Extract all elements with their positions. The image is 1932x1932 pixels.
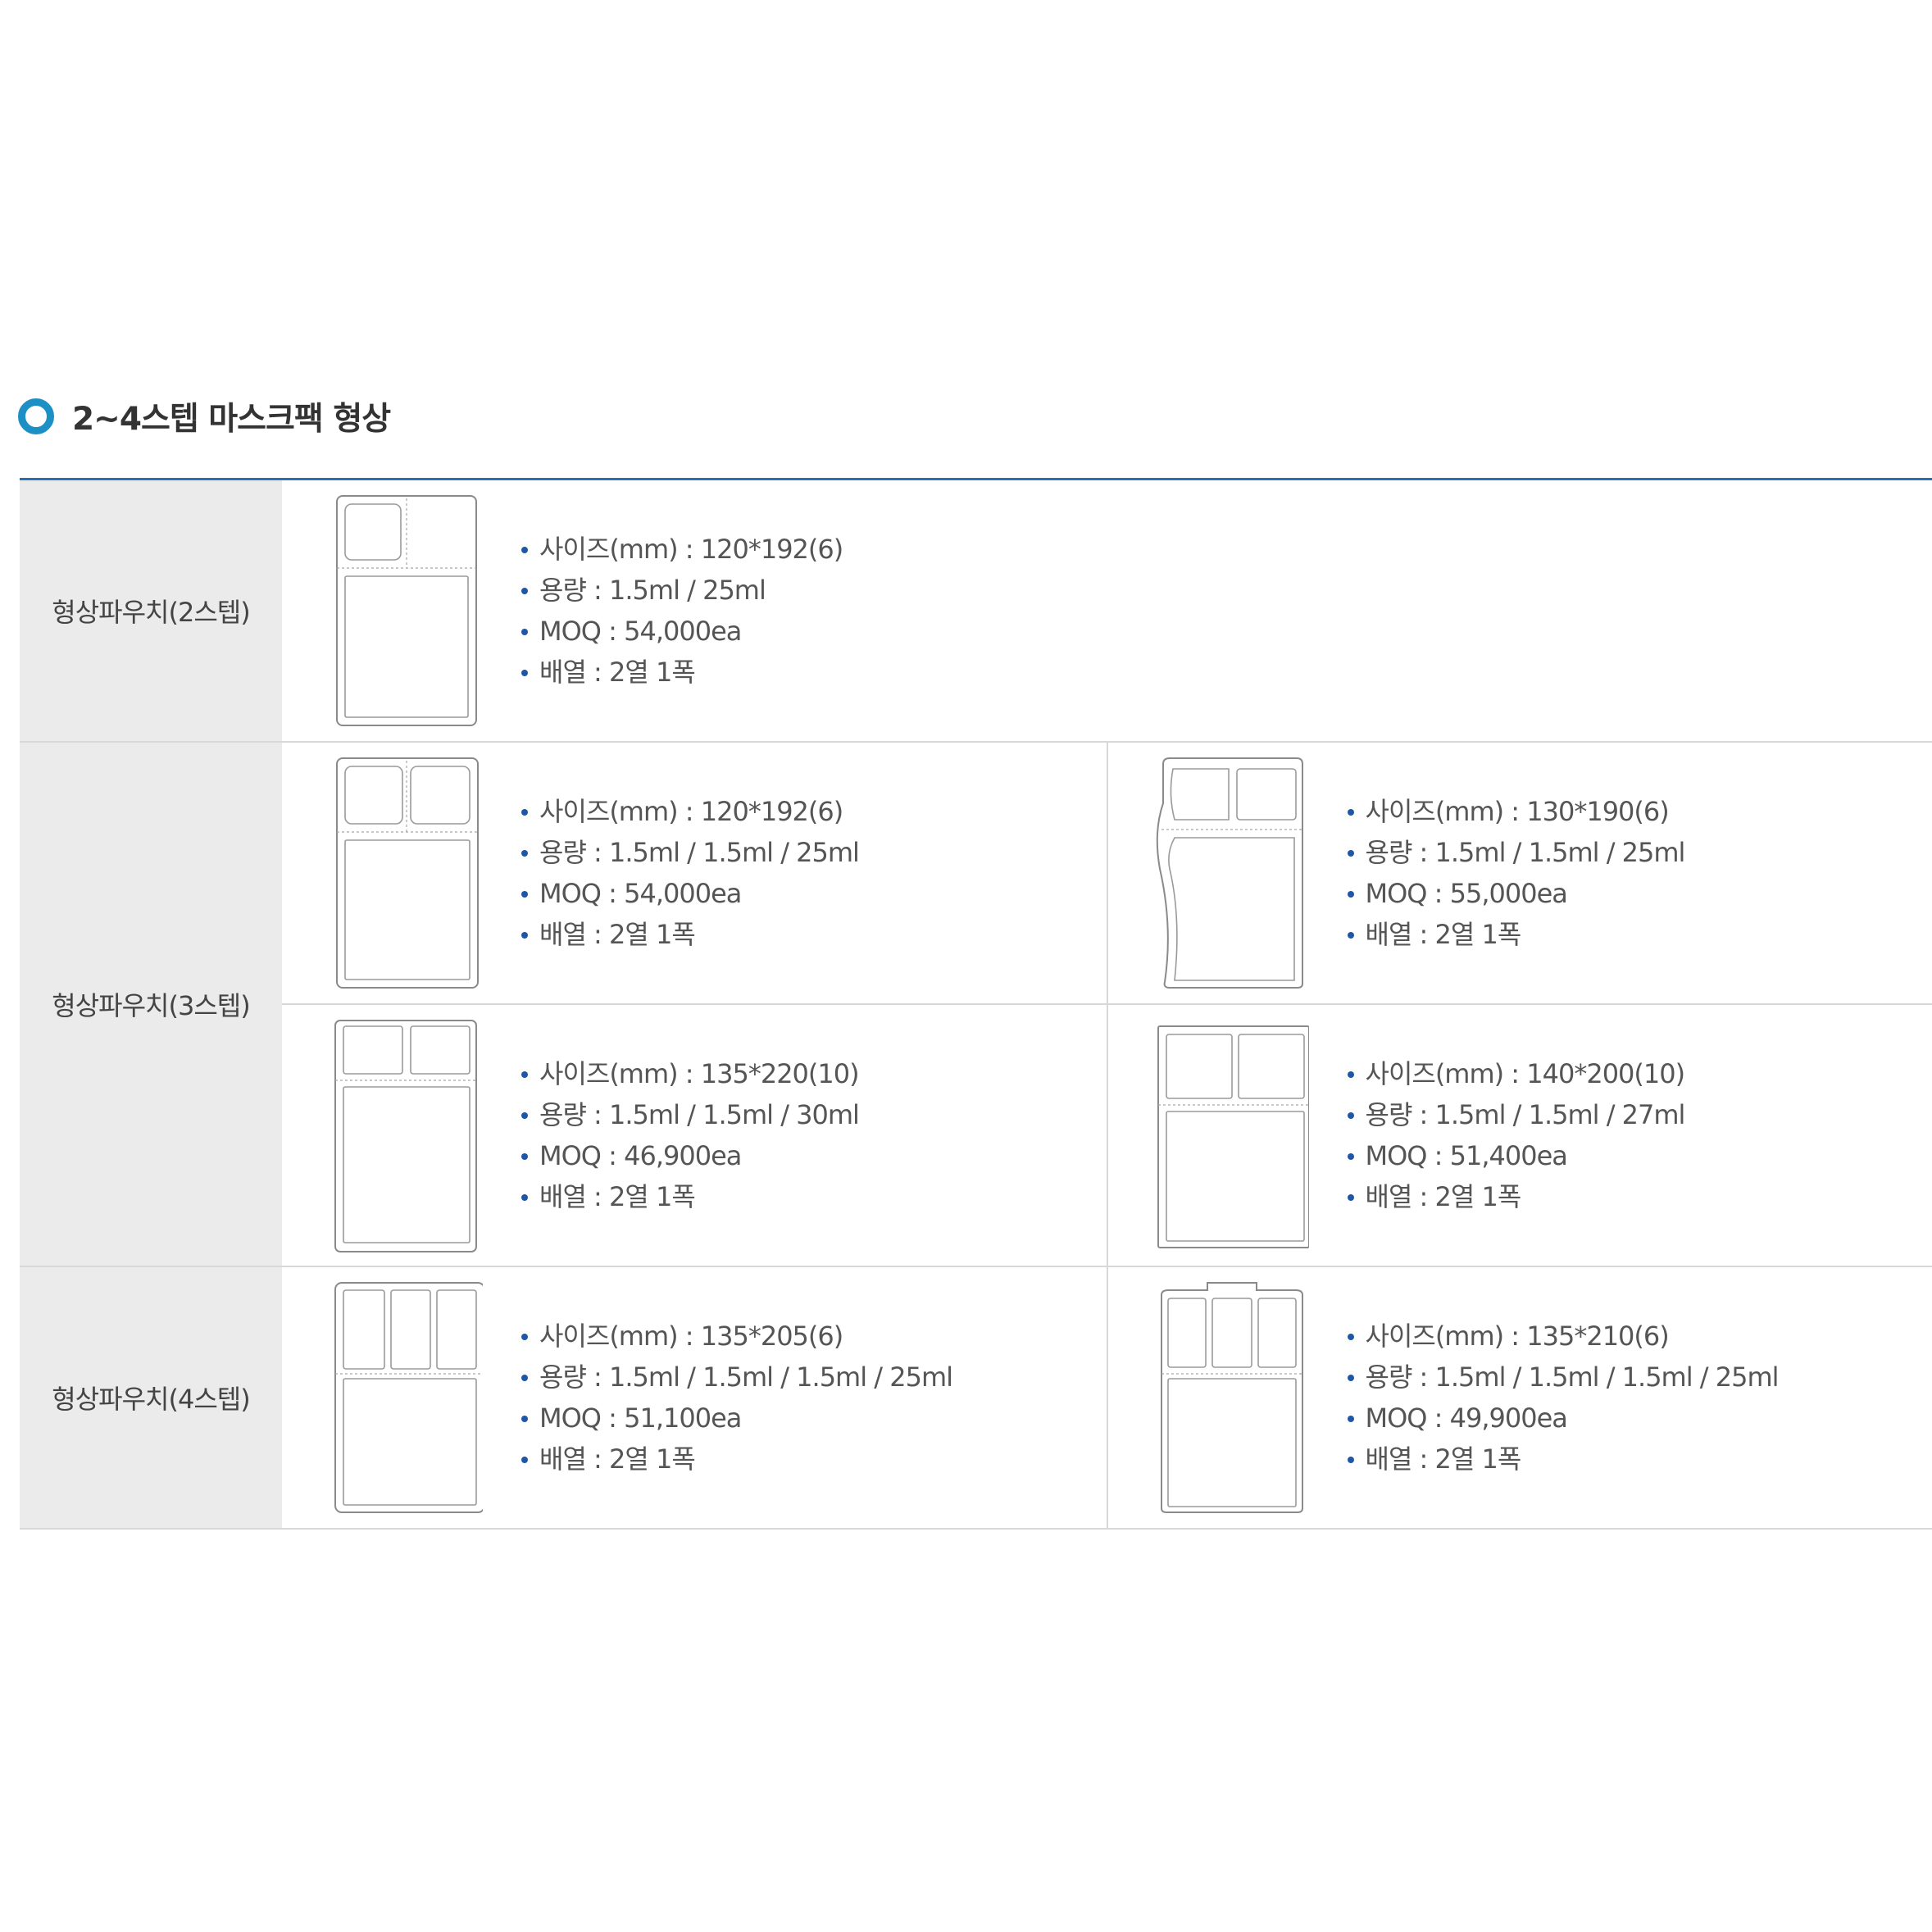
spec-volume: 용량 : 1.5ml / 1.5ml / 1.5ml / 25ml	[520, 1357, 953, 1398]
spec-moq: MOQ : 51,100ea	[520, 1398, 952, 1439]
spec-list: 사이즈(mm) : 135*210(6) 용량 : 1.5ml / 1.5ml …	[1346, 1316, 1780, 1480]
spec-size: 사이즈(mm) : 120*192(6)	[520, 791, 859, 832]
category-4step: 형상파우치(4스텝)	[20, 1266, 282, 1530]
spec-list: 사이즈(mm) : 120*192(6) 용량 : 1.5ml / 25ml M…	[520, 529, 843, 693]
spec-size: 사이즈(mm) : 140*200(10)	[1346, 1053, 1685, 1094]
section-heading: 2~4스텝 마스크팩 형상	[18, 392, 391, 441]
spec-moq: MOQ : 54,000ea	[520, 873, 859, 914]
section-title: 2~4스텝 마스크팩 형상	[72, 401, 391, 438]
spec-cell: 사이즈(mm) : 120*192(6) 용량 : 1.5ml / 25ml M…	[282, 479, 1932, 743]
spec-layout: 배열 : 2열 1폭	[520, 1439, 952, 1480]
spec-layout: 배열 : 2열 1폭	[1346, 1176, 1685, 1217]
pouch-3step-d-icon	[1157, 1025, 1309, 1248]
spec-layout: 배열 : 2열 1폭	[520, 914, 859, 955]
spec-volume: 용량 : 1.5ml / 1.5ml / 25ml	[520, 832, 860, 873]
spec-list: 사이즈(mm) : 120*192(6) 용량 : 1.5ml / 1.5ml …	[520, 791, 860, 955]
spec-volume: 용량 : 1.5ml / 25ml	[520, 570, 843, 611]
spec-cell: 사이즈(mm) : 140*200(10) 용량 : 1.5ml / 1.5ml…	[1107, 1004, 1932, 1267]
spec-cell: 사이즈(mm) : 130*190(6) 용량 : 1.5ml / 1.5ml …	[1107, 742, 1932, 1005]
spec-volume: 용량 : 1.5ml / 1.5ml / 27ml	[1346, 1094, 1685, 1135]
spec-moq: MOQ : 51,400ea	[1346, 1135, 1685, 1176]
pouch-2step-icon	[336, 495, 477, 726]
spec-volume: 용량 : 1.5ml / 1.5ml / 1.5ml / 25ml	[1346, 1357, 1780, 1398]
pouch-3step-a-icon	[336, 757, 479, 989]
spec-size: 사이즈(mm) : 130*190(6)	[1346, 791, 1685, 832]
spec-moq: MOQ : 46,900ea	[520, 1135, 859, 1176]
spec-cell: 사이즈(mm) : 135*220(10) 용량 : 1.5ml / 1.5ml…	[282, 1004, 1108, 1267]
spec-list: 사이즈(mm) : 140*200(10) 용량 : 1.5ml / 1.5ml…	[1346, 1053, 1685, 1217]
spec-list: 사이즈(mm) : 135*205(6) 용량 : 1.5ml / 1.5ml …	[520, 1316, 953, 1480]
pouch-3step-c-icon	[334, 1020, 477, 1252]
circle-bullet-icon	[18, 398, 54, 434]
category-2step: 형상파우치(2스텝)	[20, 479, 282, 743]
spec-list: 사이즈(mm) : 135*220(10) 용량 : 1.5ml / 1.5ml…	[520, 1053, 860, 1217]
spec-cell: 사이즈(mm) : 135*205(6) 용량 : 1.5ml / 1.5ml …	[282, 1266, 1108, 1530]
table-row: 형상파우치(3스텝) 사이즈(mm) : 120*192(6) 용량 : 1.5…	[20, 742, 1932, 1267]
spec-cell: 사이즈(mm) : 120*192(6) 용량 : 1.5ml / 1.5ml …	[282, 742, 1108, 1005]
pouch-spec-table: 형상파우치(2스텝) 사이즈(mm) : 120*192(6) 용량 : 1.5…	[20, 478, 1932, 1530]
spec-layout: 배열 : 2열 1폭	[1346, 914, 1685, 955]
spec-layout: 배열 : 2열 1폭	[520, 1176, 859, 1217]
spec-moq: MOQ : 54,000ea	[520, 611, 843, 652]
spec-size: 사이즈(mm) : 135*220(10)	[520, 1053, 860, 1094]
pouch-4step-a-icon	[334, 1282, 483, 1513]
spec-moq: MOQ : 49,900ea	[1346, 1398, 1779, 1439]
spec-volume: 용량 : 1.5ml / 1.5ml / 25ml	[1346, 832, 1685, 873]
pouch-3step-b-icon	[1156, 757, 1303, 989]
table-row: 형상파우치(2스텝) 사이즈(mm) : 120*192(6) 용량 : 1.5…	[20, 479, 1932, 743]
spec-moq: MOQ : 55,000ea	[1346, 873, 1685, 914]
table-row: 형상파우치(4스텝) 사이즈(mm) : 135*205(6) 용량 : 1.5…	[20, 1266, 1932, 1530]
table-row: 사이즈(mm) : 135*220(10) 용량 : 1.5ml / 1.5ml…	[20, 1004, 1932, 1267]
category-3step: 형상파우치(3스텝)	[20, 742, 282, 1267]
spec-size: 사이즈(mm) : 135*205(6)	[520, 1316, 952, 1357]
spec-layout: 배열 : 2열 1폭	[520, 652, 843, 693]
spec-size: 사이즈(mm) : 120*192(6)	[520, 529, 843, 570]
spec-cell: 사이즈(mm) : 135*210(6) 용량 : 1.5ml / 1.5ml …	[1107, 1266, 1932, 1530]
spec-list: 사이즈(mm) : 130*190(6) 용량 : 1.5ml / 1.5ml …	[1346, 791, 1685, 955]
spec-layout: 배열 : 2열 1폭	[1346, 1439, 1779, 1480]
pouch-4step-b-icon	[1160, 1282, 1303, 1513]
spec-size: 사이즈(mm) : 135*210(6)	[1346, 1316, 1779, 1357]
spec-volume: 용량 : 1.5ml / 1.5ml / 30ml	[520, 1094, 860, 1135]
